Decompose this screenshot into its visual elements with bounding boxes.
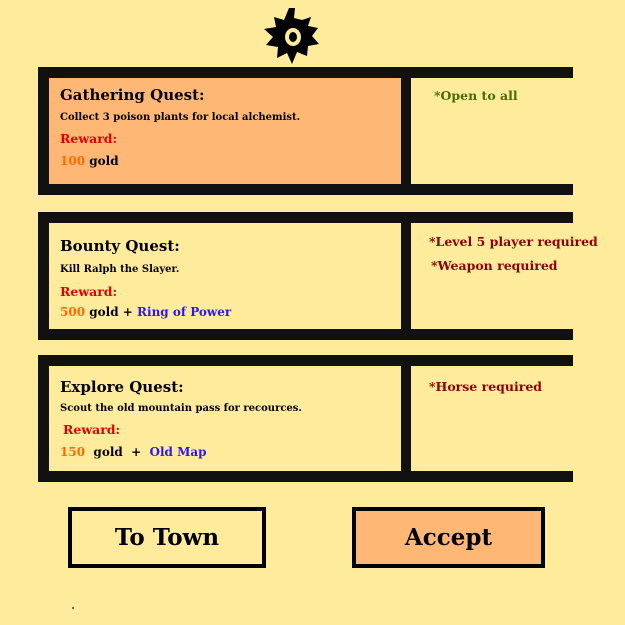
quest-description: Scout the old mountain pass for recource… <box>60 403 302 414</box>
quest-requirements-panel: *Level 5 player required *Weapon require… <box>411 223 598 329</box>
quest-card-bounty[interactable]: Bounty Quest: Kill Ralph the Slayer. Rew… <box>38 212 598 340</box>
reward-label: Reward: <box>60 284 118 299</box>
reward-gold-amount: 150 <box>60 445 86 459</box>
quest-description: Collect 3 poison plants for local alchem… <box>60 112 301 123</box>
quest-info-panel: Gathering Quest: Collect 3 poison plants… <box>49 78 401 184</box>
quest-info-panel: Explore Quest: Scout the old mountain pa… <box>49 366 401 471</box>
quest-title: Explore Quest: <box>60 378 184 396</box>
guild-crest-icon <box>262 8 324 64</box>
accept-button[interactable]: Accept <box>352 507 545 568</box>
quest-description: Kill Ralph the Slayer. <box>60 264 180 275</box>
quest-title: Bounty Quest: <box>60 237 180 255</box>
reward-line: 100 gold <box>60 154 119 168</box>
reward-plus: + <box>131 445 142 459</box>
reward-gold-amount: 500 <box>60 305 86 319</box>
reward-gold-amount: 100 <box>60 154 86 168</box>
reward-gold-word: gold <box>93 445 123 459</box>
reward-line: 500 gold + Ring of Power <box>60 305 231 319</box>
reward-label: Reward: <box>63 422 121 437</box>
requirement-item: *Weapon required <box>431 258 558 273</box>
to-town-button[interactable]: To Town <box>68 507 266 568</box>
requirement-item: *Horse required <box>429 379 543 394</box>
reward-gold-word: gold <box>89 154 119 168</box>
quest-card-explore[interactable]: Explore Quest: Scout the old mountain pa… <box>38 355 598 482</box>
reward-plus: + <box>122 305 133 319</box>
requirement-item: *Level 5 player required <box>429 234 598 249</box>
quest-requirements-panel: *Open to all <box>411 78 598 184</box>
reward-item: Ring of Power <box>137 305 232 319</box>
quest-info-panel: Bounty Quest: Kill Ralph the Slayer. Rew… <box>49 223 401 329</box>
stray-pixel <box>72 607 74 609</box>
reward-gold-word: gold <box>89 305 119 319</box>
quest-card-gathering[interactable]: Gathering Quest: Collect 3 poison plants… <box>38 67 598 195</box>
quest-title: Gathering Quest: <box>60 86 205 104</box>
requirement-item: *Open to all <box>434 88 518 103</box>
accept-label: Accept <box>404 524 493 551</box>
to-town-label: To Town <box>114 524 220 551</box>
reward-line: 150 gold + Old Map <box>60 445 207 459</box>
quest-requirements-panel: *Horse required <box>411 366 598 471</box>
reward-label: Reward: <box>60 131 118 146</box>
reward-item: Old Map <box>149 445 207 459</box>
